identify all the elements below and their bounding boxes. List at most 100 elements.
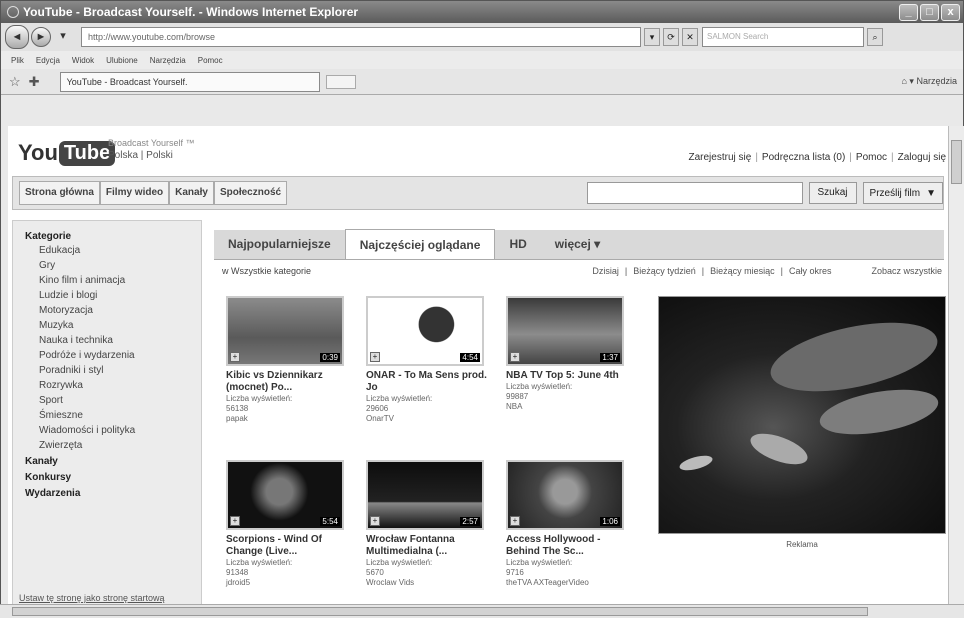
video-card[interactable]: + 1:37 NBA TV Top 5: June 4th Liczba wyś… (506, 296, 630, 412)
sidebar-item-sport[interactable]: Sport (13, 392, 201, 407)
video-title[interactable]: NBA TV Top 5: June 4th (506, 370, 630, 382)
login-link[interactable]: Zaloguj się (898, 152, 946, 163)
sidebar-item-podroze[interactable]: Podróże i wydarzenia (13, 347, 201, 362)
menu-help[interactable]: Pomoc (198, 56, 223, 65)
register-link[interactable]: Zarejestruj się (689, 152, 752, 163)
quicklist-link[interactable]: Podręczna lista (0) (762, 152, 845, 163)
sidebar-item-edukacja[interactable]: Edukacja (13, 242, 201, 257)
sidebar-item-rozrywka[interactable]: Rozrywka (13, 377, 201, 392)
video-title[interactable]: Wrocław Fontanna Multimedialna (... (366, 534, 490, 558)
sidebar-item-zwierzeta[interactable]: Zwierzęta (13, 437, 201, 452)
menu-view[interactable]: Widok (72, 56, 94, 65)
video-thumbnail[interactable]: + 4:54 (366, 296, 484, 366)
video-thumbnail[interactable]: + 1:06 (506, 460, 624, 530)
video-user[interactable]: jdroid5 (226, 578, 350, 588)
video-thumbnail[interactable]: + 2:57 (366, 460, 484, 530)
compat-icon[interactable]: ▾ (644, 28, 660, 46)
sidebar-item-konkursy[interactable]: Konkursy (13, 468, 201, 484)
menu-file[interactable]: Plik (11, 56, 24, 65)
video-user[interactable]: NBA (506, 402, 630, 412)
sidebar-item-nauka[interactable]: Nauka i technika (13, 332, 201, 347)
video-user[interactable]: OnarTV (366, 414, 490, 424)
upload-button[interactable]: Prześlij film ▼ (862, 182, 943, 204)
sidebar-item-wydarzenia[interactable]: Wydarzenia (13, 484, 201, 500)
video-thumbnail[interactable]: + 0:39 (226, 296, 344, 366)
refresh-icon[interactable]: ⟳ (663, 28, 679, 46)
browser-tab[interactable]: YouTube - Broadcast Yourself. (59, 71, 320, 92)
video-card[interactable]: + 2:57 Wrocław Fontanna Multimedialna (.… (366, 460, 490, 588)
add-to-quicklist-icon[interactable]: + (230, 516, 240, 526)
youtube-logo[interactable]: You Tube (18, 140, 116, 166)
sidebar-item-kanaly[interactable]: Kanały (13, 452, 201, 468)
locale-links[interactable]: Polska | Polski (108, 150, 173, 161)
video-user[interactable]: Wroclaw Vids (366, 578, 490, 588)
tab-most-popular[interactable]: Najpopularniejsze (214, 229, 345, 259)
tab-hd[interactable]: HD (495, 229, 540, 259)
filter-month[interactable]: Bieżący miesiąc (710, 266, 775, 276)
category-filter[interactable]: w Wszystkie kategorie (222, 266, 311, 276)
video-thumbnail[interactable]: + 1:37 (506, 296, 624, 366)
video-user[interactable]: theTVA AXTeagerVideo (506, 578, 630, 588)
filter-week[interactable]: Bieżący tydzień (633, 266, 696, 276)
stop-icon[interactable]: ✕ (682, 28, 698, 46)
forward-icon[interactable]: ► (31, 27, 51, 47)
favorites-star-icon[interactable]: ☆ (9, 74, 21, 90)
sidebar-item-gry[interactable]: Gry (13, 257, 201, 272)
video-user[interactable]: papak (226, 414, 350, 424)
url-input[interactable]: http://www.youtube.com/browse (81, 27, 641, 47)
nav-home[interactable]: Strona główna (19, 181, 100, 205)
featured-ad-image[interactable] (658, 296, 946, 534)
tab-more[interactable]: więcej ▾ (541, 229, 614, 259)
sidebar-item-wiadomosci[interactable]: Wiadomości i polityka (13, 422, 201, 437)
see-all-link[interactable]: Zobacz wszystkie (871, 266, 942, 276)
video-card[interactable]: + 0:39 Kibic vs Dziennikarz (mocnet) Po.… (226, 296, 350, 424)
history-dropdown-icon[interactable]: ▾ (53, 27, 73, 47)
add-to-quicklist-icon[interactable]: + (370, 516, 380, 526)
scrollbar-thumb[interactable] (951, 140, 962, 184)
tab-most-viewed[interactable]: Najczęściej oglądane (344, 229, 496, 259)
sidebar-item-smieszne[interactable]: Śmieszne (13, 407, 201, 422)
youtube-search-input[interactable] (586, 182, 803, 204)
search-button[interactable]: Szukaj (808, 182, 857, 204)
filter-today[interactable]: Dzisiaj (592, 266, 619, 276)
chevron-down-icon[interactable]: ▼ (926, 188, 936, 199)
video-card[interactable]: + 5:54 Scorpions - Wind Of Change (Live.… (226, 460, 350, 588)
vertical-scrollbar[interactable] (948, 126, 964, 606)
add-to-quicklist-icon[interactable]: + (230, 352, 240, 362)
nav-community[interactable]: Społeczność (213, 181, 288, 205)
scrollbar-thumb[interactable] (12, 607, 868, 616)
new-tab-button[interactable] (325, 74, 356, 89)
video-thumbnail[interactable]: + 5:54 (226, 460, 344, 530)
browser-search-input[interactable]: SALMON Search (702, 27, 864, 47)
menu-tools[interactable]: Narzędzia (150, 56, 186, 65)
sidebar-item-muzyka[interactable]: Muzyka (13, 317, 201, 332)
add-to-quicklist-icon[interactable]: + (510, 352, 520, 362)
horizontal-scrollbar[interactable] (0, 604, 964, 618)
home-icon[interactable]: ⌂ ▾ (901, 76, 913, 86)
nav-channels[interactable]: Kanały (169, 181, 214, 205)
sidebar-item-ludzie[interactable]: Ludzie i blogi (13, 287, 201, 302)
video-title[interactable]: Access Hollywood - Behind The Sc... (506, 534, 630, 558)
add-to-quicklist-icon[interactable]: + (370, 352, 380, 362)
categories-heading[interactable]: Kategorie (13, 221, 201, 242)
video-card[interactable]: + 4:54 ONAR - To Ma Sens prod. Jo Liczba… (366, 296, 490, 424)
sidebar-item-kino[interactable]: Kino film i animacja (13, 272, 201, 287)
menu-edit[interactable]: Edycja (36, 56, 60, 65)
add-favorites-icon[interactable]: ✚ (29, 74, 40, 90)
tools-menu[interactable]: Narzędzia (916, 76, 957, 86)
close-button[interactable]: x (941, 3, 960, 21)
nav-videos[interactable]: Filmy wideo (99, 181, 170, 205)
video-card[interactable]: + 1:06 Access Hollywood - Behind The Sc.… (506, 460, 630, 588)
menu-favorites[interactable]: Ulubione (106, 56, 138, 65)
video-title[interactable]: ONAR - To Ma Sens prod. Jo (366, 370, 490, 394)
video-title[interactable]: Scorpions - Wind Of Change (Live... (226, 534, 350, 558)
maximize-button[interactable]: □ (920, 3, 939, 21)
add-to-quicklist-icon[interactable]: + (510, 516, 520, 526)
minimize-button[interactable]: _ (899, 3, 918, 21)
filter-all-time[interactable]: Cały okres (789, 266, 832, 276)
search-icon[interactable]: ⌕ (867, 28, 883, 46)
set-homepage-link[interactable]: Ustaw tę stronę jako stronę startową (19, 593, 165, 603)
sidebar-item-poradniki[interactable]: Poradniki i styl (13, 362, 201, 377)
help-link[interactable]: Pomoc (856, 152, 887, 163)
back-icon[interactable]: ◄ (5, 25, 29, 49)
